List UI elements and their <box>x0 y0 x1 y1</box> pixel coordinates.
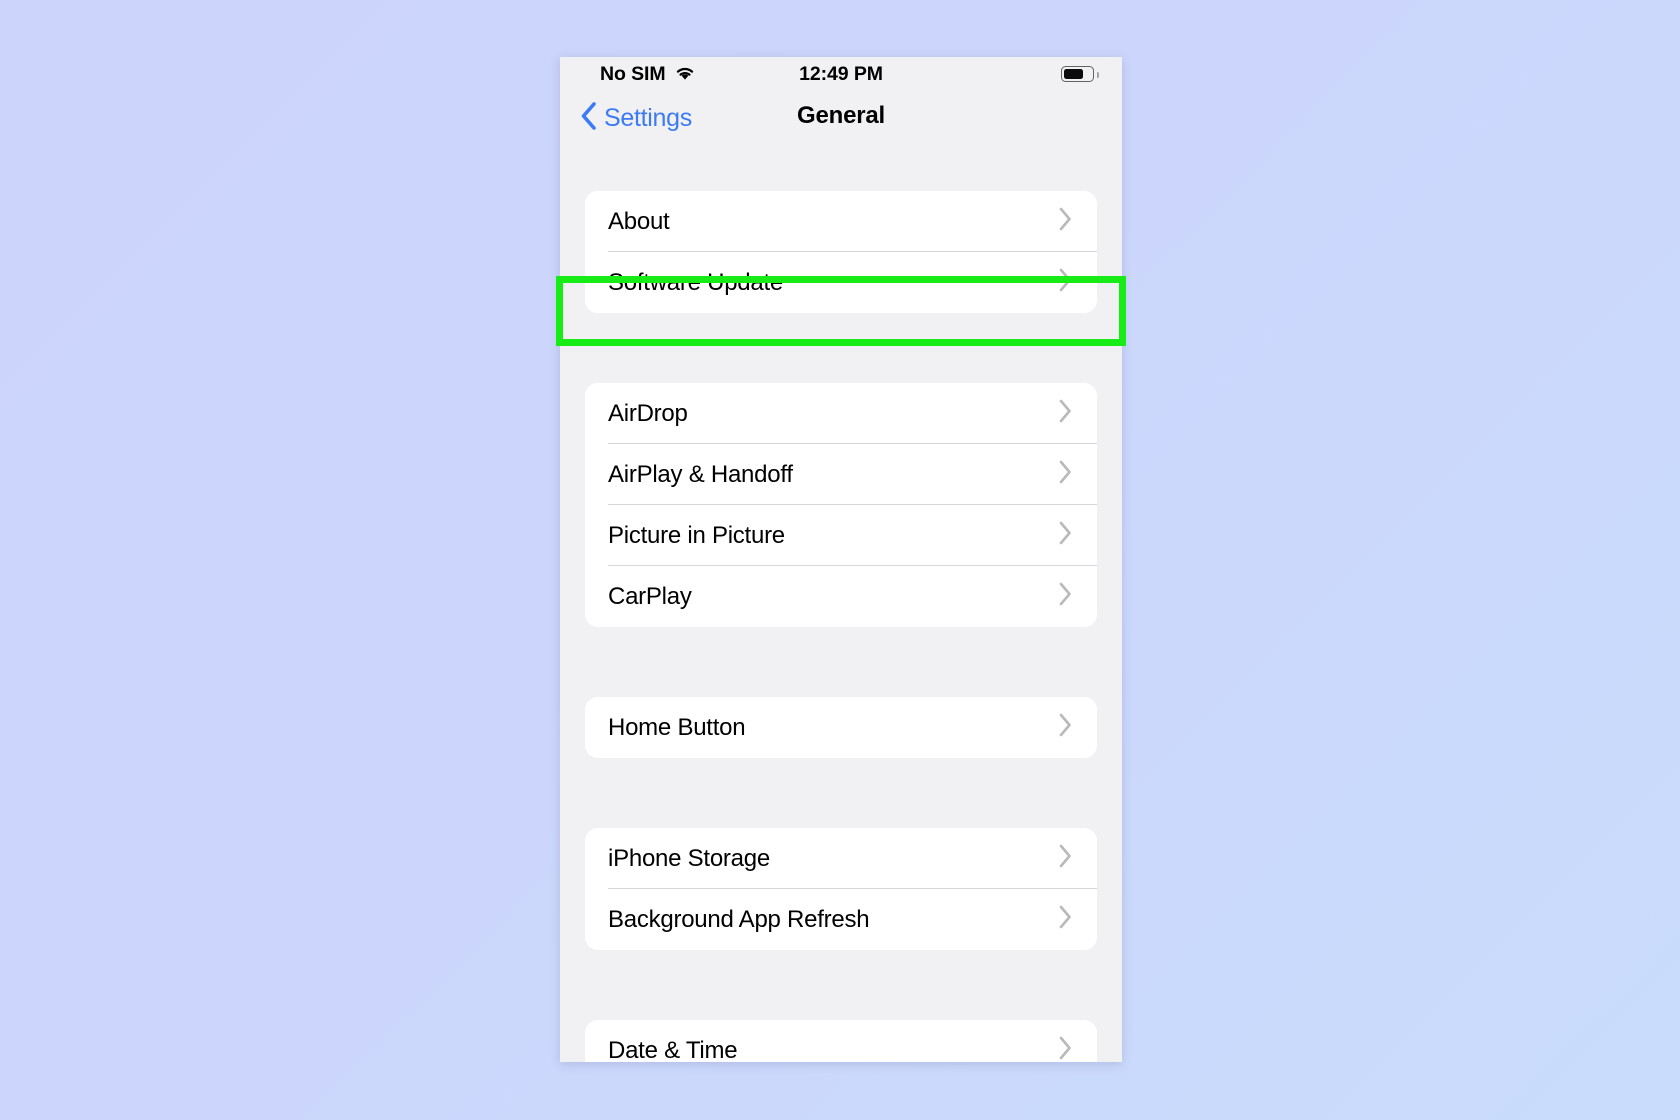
settings-row[interactable]: Software Update <box>585 252 1097 313</box>
settings-row-label: Background App Refresh <box>608 905 870 933</box>
nav-bar: Settings General <box>560 95 1122 151</box>
battery-icon <box>1061 66 1100 82</box>
settings-row[interactable]: AirPlay & Handoff <box>585 444 1097 505</box>
settings-row-label: Date & Time <box>608 1036 738 1063</box>
group-storage: iPhone Storage Background App Refresh <box>585 828 1097 950</box>
status-bar: No SIM 12:49 PM <box>560 57 1122 95</box>
chevron-right-icon <box>1058 267 1073 298</box>
settings-row-label: Picture in Picture <box>608 521 785 549</box>
chevron-right-icon <box>1058 904 1073 935</box>
group-datetime: Date & Time <box>585 1020 1097 1062</box>
settings-row[interactable]: Background App Refresh <box>585 889 1097 950</box>
group-connectivity: AirDrop AirPlay & Handoff Picture in Pictu… <box>585 383 1097 627</box>
settings-row-label: Home Button <box>608 713 746 741</box>
chevron-right-icon <box>1058 712 1073 743</box>
chevron-right-icon <box>1058 520 1073 551</box>
phone-screen: No SIM 12:49 PM Settings General About S… <box>560 57 1122 1062</box>
settings-row[interactable]: Date & Time <box>585 1020 1097 1062</box>
settings-row-label: iPhone Storage <box>608 844 770 872</box>
status-bar-right <box>1061 66 1100 82</box>
chevron-right-icon <box>1058 843 1073 874</box>
chevron-right-icon <box>1058 459 1073 490</box>
group-home-button: Home Button <box>585 697 1097 758</box>
settings-row[interactable]: CarPlay <box>585 566 1097 627</box>
settings-list: About Software Update AirDrop AirPlay & Han… <box>560 151 1122 1062</box>
page-root: No SIM 12:49 PM Settings General About S… <box>0 0 1680 1120</box>
settings-row-label: About <box>608 207 670 235</box>
settings-row-label: AirPlay & Handoff <box>608 460 793 488</box>
chevron-right-icon <box>1058 581 1073 612</box>
chevron-right-icon <box>1058 206 1073 237</box>
settings-row[interactable]: AirDrop <box>585 383 1097 444</box>
settings-row[interactable]: Home Button <box>585 697 1097 758</box>
settings-row-label: CarPlay <box>608 582 692 610</box>
group-about: About Software Update <box>585 191 1097 313</box>
chevron-right-icon <box>1058 1035 1073 1062</box>
settings-row[interactable]: iPhone Storage <box>585 828 1097 889</box>
settings-row[interactable]: Picture in Picture <box>585 505 1097 566</box>
page-title: General <box>797 102 885 129</box>
chevron-right-icon <box>1058 398 1073 429</box>
status-bar-clock: 12:49 PM <box>799 63 883 85</box>
settings-row[interactable]: About <box>585 191 1097 252</box>
settings-row-label: AirDrop <box>608 399 688 427</box>
settings-row-label: Software Update <box>608 268 784 296</box>
